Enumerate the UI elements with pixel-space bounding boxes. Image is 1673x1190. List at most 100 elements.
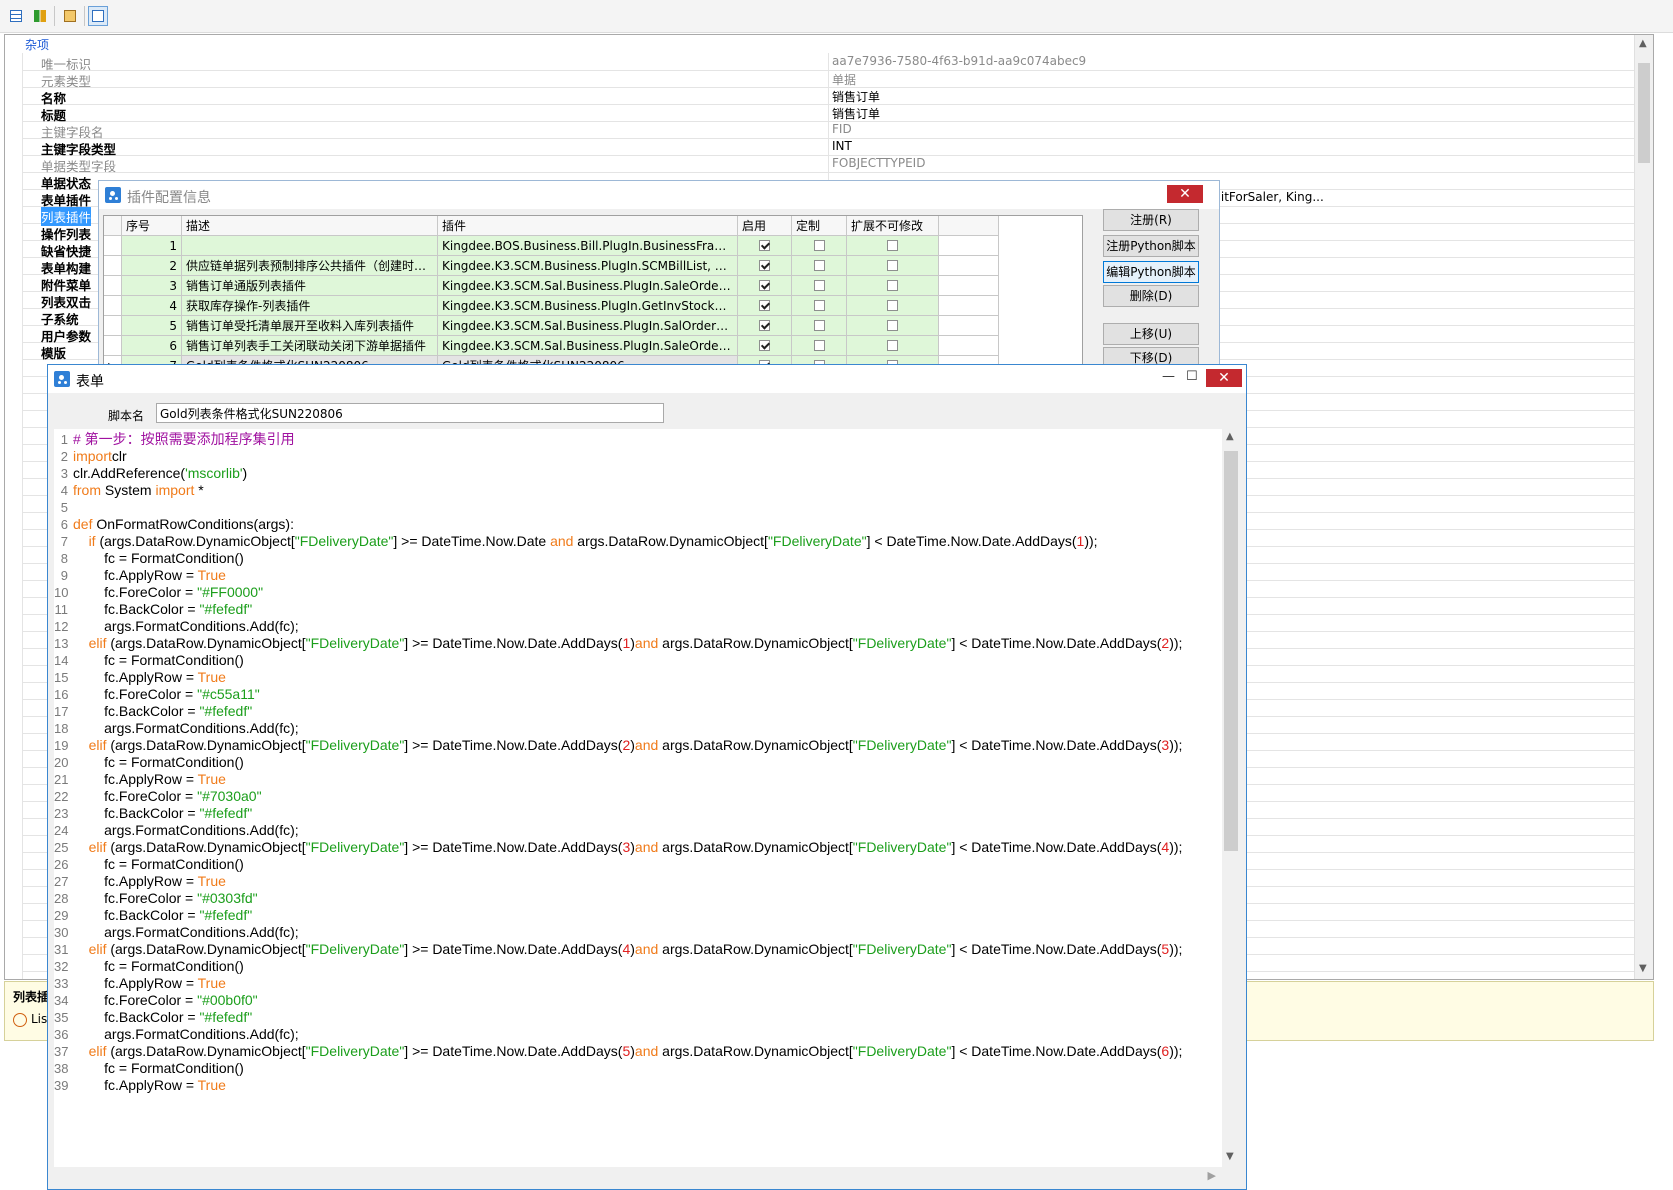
property-pages-button[interactable] bbox=[60, 6, 80, 26]
dialog-title-bar[interactable]: 插件配置信息 ✕ bbox=[99, 181, 1219, 209]
locked-checkbox[interactable] bbox=[887, 280, 898, 291]
row-header[interactable] bbox=[104, 336, 122, 356]
enabled-checkbox[interactable] bbox=[759, 320, 770, 331]
custom-checkbox[interactable] bbox=[814, 260, 825, 271]
enabled-checkbox[interactable] bbox=[759, 260, 770, 271]
property-grid-scrollbar[interactable]: ▲ ▼ bbox=[1634, 35, 1653, 979]
line-number: 6 bbox=[60, 517, 68, 532]
property-value[interactable]: FID bbox=[832, 122, 852, 136]
plugin-action-button[interactable]: 删除(D) bbox=[1103, 285, 1199, 307]
scroll-down-icon[interactable]: ▼ bbox=[1226, 1151, 1234, 1162]
enabled-checkbox[interactable] bbox=[759, 280, 770, 291]
scroll-up-icon[interactable]: ▲ bbox=[1226, 431, 1234, 442]
scroll-right-icon[interactable]: ▶ bbox=[1208, 1169, 1216, 1182]
plugin-description[interactable]: 销售订单列表手工关闭联动关闭下游单据插件 bbox=[182, 336, 438, 356]
property-row[interactable]: 主键字段名 FID bbox=[22, 121, 1653, 140]
row-header[interactable] bbox=[104, 316, 122, 336]
code-text: fc.BackColor = "#fefedf" bbox=[73, 703, 252, 720]
plugin-class[interactable]: Kingdee.K3.SCM.Business.PlugIn.SCMBillLi… bbox=[438, 256, 738, 276]
plugin-class[interactable]: Kingdee.BOS.Business.Bill.PlugIn.Busines… bbox=[438, 236, 738, 256]
alphabetical-button[interactable] bbox=[30, 6, 50, 26]
plugin-action-button[interactable]: 注册Python脚本 bbox=[1103, 235, 1199, 257]
row-header[interactable] bbox=[104, 276, 122, 296]
property-value[interactable]: aa7e7936-7580-4f63-b91d-aa9c074abec9 bbox=[832, 54, 1086, 68]
editor-scrollbar[interactable]: ▲ ▼ bbox=[1222, 429, 1240, 1167]
custom-checkbox[interactable] bbox=[814, 300, 825, 311]
scroll-down-icon[interactable]: ▼ bbox=[1639, 963, 1647, 974]
locked-checkbox[interactable] bbox=[887, 300, 898, 311]
custom-checkbox[interactable] bbox=[814, 320, 825, 331]
property-row[interactable]: 元素类型 单据 bbox=[22, 70, 1653, 89]
column-header[interactable]: 扩展不可修改 bbox=[847, 216, 939, 236]
scroll-thumb[interactable] bbox=[1224, 451, 1238, 851]
property-row[interactable]: 单据类型字段 FOBJECTTYPEID bbox=[22, 155, 1653, 174]
locked-checkbox[interactable] bbox=[887, 240, 898, 251]
property-row[interactable]: 主键字段类型 INT bbox=[22, 138, 1653, 157]
table-row[interactable]: 5 销售订单受托清单展开至收料入库列表插件 Kingdee.K3.SCM.Sal.B… bbox=[104, 316, 1004, 336]
line-number: 28 bbox=[54, 891, 69, 906]
property-row[interactable]: 名称 销售订单 bbox=[22, 87, 1653, 106]
form-title-bar[interactable]: 表单 — ☐ ✕ bbox=[48, 365, 1246, 393]
property-value[interactable]: 销售订单 bbox=[832, 88, 880, 105]
toolbar-divider bbox=[54, 6, 55, 26]
plugin-action-button[interactable]: 编辑Python脚本 bbox=[1103, 261, 1199, 283]
custom-checkbox[interactable] bbox=[814, 340, 825, 351]
property-row[interactable]: 标题 销售订单 bbox=[22, 104, 1653, 123]
code-token: True bbox=[197, 975, 226, 991]
table-row[interactable]: 4 获取库存操作-列表插件 Kingdee.K3.SCM.Business.Plug… bbox=[104, 296, 1004, 316]
scroll-thumb[interactable] bbox=[1638, 63, 1650, 163]
property-row[interactable]: 唯一标识 aa7e7936-7580-4f63-b91d-aa9c074abec9 bbox=[22, 53, 1653, 72]
plugin-description[interactable]: 销售订单受托清单展开至收料入库列表插件 bbox=[182, 316, 438, 336]
table-row[interactable]: 6 销售订单列表手工关闭联动关闭下游单据插件 Kingdee.K3.SCM.Sal.… bbox=[104, 336, 1004, 356]
property-value[interactable]: INT bbox=[832, 139, 852, 153]
plugin-description[interactable] bbox=[182, 236, 438, 256]
script-name-input[interactable] bbox=[156, 403, 664, 423]
plugin-class[interactable]: Kingdee.K3.SCM.Business.PlugIn.GetInvSto… bbox=[438, 296, 738, 316]
locked-checkbox[interactable] bbox=[887, 320, 898, 331]
plugin-action-button[interactable]: 注册(R) bbox=[1103, 209, 1199, 231]
category-header[interactable]: 杂项 bbox=[5, 35, 1653, 53]
table-row[interactable]: 2 供应链单据列表预制排序公共插件（创建时间降... Kingdee.K3.SCM.… bbox=[104, 256, 1004, 276]
minimize-icon[interactable]: — bbox=[1162, 369, 1175, 384]
plugin-class[interactable]: Kingdee.K3.SCM.Sal.Business.PlugIn.SaleO… bbox=[438, 336, 738, 356]
maximize-icon[interactable]: ☐ bbox=[1186, 369, 1198, 384]
code-token: args.FormatConditions.Add(fc); bbox=[73, 618, 299, 634]
plugin-class[interactable]: Kingdee.K3.SCM.Sal.Business.PlugIn.SaleO… bbox=[438, 276, 738, 296]
row-header[interactable] bbox=[104, 296, 122, 316]
plugin-action-button[interactable]: 上移(U) bbox=[1103, 323, 1199, 345]
categorized-button[interactable] bbox=[6, 6, 26, 26]
enabled-checkbox[interactable] bbox=[759, 300, 770, 311]
property-value[interactable]: 单据 bbox=[832, 71, 856, 88]
help-button[interactable] bbox=[88, 6, 108, 26]
plugin-class[interactable]: Kingdee.K3.SCM.Sal.Business.PlugIn.SalOr… bbox=[438, 316, 738, 336]
custom-cell bbox=[792, 336, 847, 356]
plugin-description[interactable]: 供应链单据列表预制排序公共插件（创建时间降... bbox=[182, 256, 438, 276]
close-icon[interactable]: ✕ bbox=[1167, 185, 1203, 203]
column-header[interactable]: 描述 bbox=[182, 216, 438, 236]
line-number: 21 bbox=[54, 772, 69, 787]
column-header[interactable]: 序号 bbox=[122, 216, 182, 236]
column-header[interactable]: 定制 bbox=[792, 216, 847, 236]
property-value[interactable]: 销售订单 bbox=[832, 105, 880, 122]
custom-checkbox[interactable] bbox=[814, 240, 825, 251]
editor-horizontal-scrollbar[interactable]: ▶ bbox=[54, 1167, 1222, 1185]
table-row[interactable]: 3 销售订单通版列表插件 Kingdee.K3.SCM.Sal.Business.P… bbox=[104, 276, 1004, 296]
table-row[interactable]: 1 Kingdee.BOS.Business.Bill.PlugIn.Busine… bbox=[104, 236, 1004, 256]
enabled-checkbox[interactable] bbox=[759, 240, 770, 251]
custom-checkbox[interactable] bbox=[814, 280, 825, 291]
close-icon[interactable]: ✕ bbox=[1206, 369, 1242, 387]
column-header[interactable]: 启用 bbox=[738, 216, 792, 236]
locked-checkbox[interactable] bbox=[887, 340, 898, 351]
code-text: fc.ForeColor = "#0303fd" bbox=[73, 890, 258, 907]
plugin-description[interactable]: 获取库存操作-列表插件 bbox=[182, 296, 438, 316]
code-editor[interactable]: 1 # 第一步：按照需要添加程序集引用 2 importclr 3 clr.AddRefe… bbox=[54, 429, 1240, 1167]
locked-checkbox[interactable] bbox=[887, 260, 898, 271]
property-value[interactable]: FOBJECTTYPEID bbox=[832, 156, 925, 170]
plugin-description[interactable]: 销售订单通版列表插件 bbox=[182, 276, 438, 296]
column-header[interactable]: 插件 bbox=[438, 216, 738, 236]
row-header[interactable] bbox=[104, 236, 122, 256]
scroll-up-icon[interactable]: ▲ bbox=[1639, 38, 1647, 49]
row-header[interactable] bbox=[104, 256, 122, 276]
enabled-checkbox[interactable] bbox=[759, 340, 770, 351]
